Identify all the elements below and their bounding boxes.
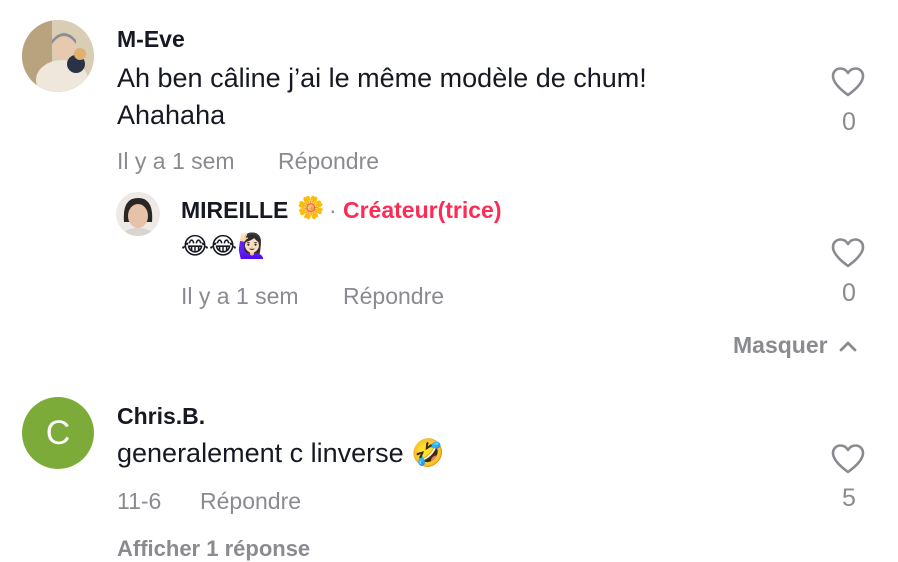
comment-text-line: Ah ben câline j’ai le même modèle de chu… — [117, 63, 647, 93]
comment-timestamp: Il y a 1 sem — [117, 148, 235, 174]
creator-badge: Créateur(trice) — [343, 197, 502, 223]
reply-username[interactable]: MIREILLE — [181, 197, 288, 224]
like-count: 0 — [842, 279, 856, 307]
avatar-photo — [22, 20, 94, 92]
reply-button[interactable]: Répondre — [278, 148, 379, 175]
like-button[interactable] — [831, 237, 865, 274]
heart-outline-icon — [831, 238, 865, 268]
comment-text-line: Ahahaha — [117, 100, 226, 130]
avatar-chris-b[interactable]: C — [22, 397, 94, 469]
chevron-up-icon — [839, 341, 856, 351]
separator-dot: · — [329, 197, 337, 223]
reply-text: 😂😂🙋🏻‍♀️ — [181, 232, 267, 260]
comment-text: generalement c linverse 🤣 — [117, 438, 445, 468]
hide-replies-button[interactable]: Masquer — [733, 332, 858, 359]
like-count: 0 — [842, 108, 856, 136]
like-count: 5 — [842, 484, 856, 512]
avatar-m-eve[interactable] — [22, 20, 94, 92]
comment-username[interactable]: M-Eve — [117, 26, 185, 53]
reply-timestamp: Il y a 1 sem — [181, 283, 299, 309]
heart-outline-icon — [831, 444, 865, 474]
avatar-photo — [116, 192, 160, 236]
like-button[interactable] — [831, 443, 865, 480]
show-replies-button[interactable]: Afficher 1 réponse — [117, 536, 310, 562]
reply-button[interactable]: Répondre — [200, 488, 301, 515]
avatar-mireille[interactable] — [116, 192, 160, 236]
flower-emoji: 🌼 — [297, 196, 325, 221]
reply-button[interactable]: Répondre — [343, 283, 444, 310]
avatar-letter: C — [45, 413, 71, 452]
hide-replies-label: Masquer — [733, 332, 828, 358]
comment-username[interactable]: Chris.B. — [117, 403, 205, 430]
comment-timestamp: 11-6 — [117, 488, 162, 514]
heart-outline-icon — [831, 67, 865, 97]
like-button[interactable] — [831, 66, 865, 103]
